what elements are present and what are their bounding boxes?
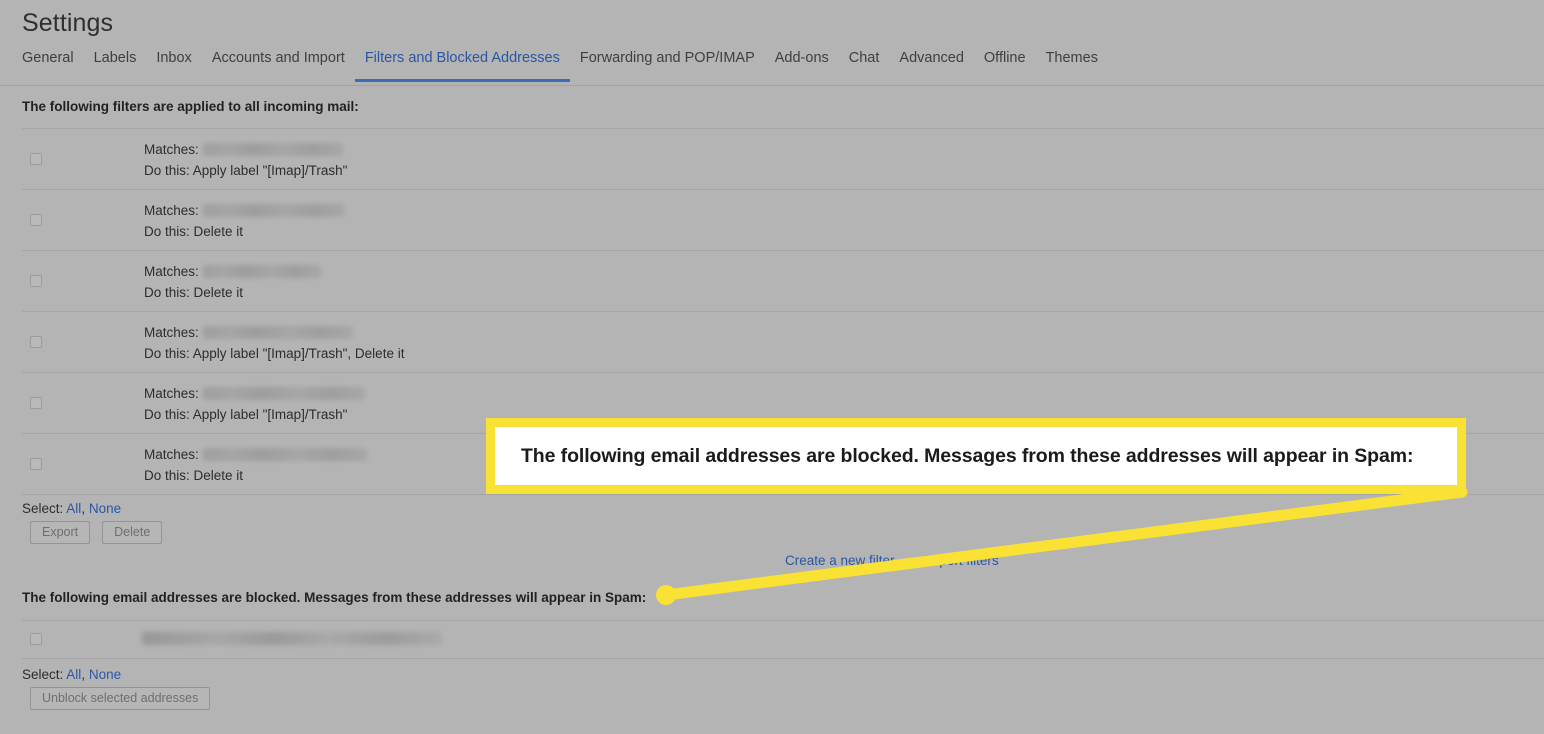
tab-labels[interactable]: Labels [84, 46, 147, 82]
tab-label: Add-ons [774, 50, 829, 66]
filter-row-text: Matches: Do this: Apply label "[Imap]/Tra… [144, 322, 404, 364]
filter-row-checkbox[interactable] [30, 214, 42, 226]
filter-row-checkbox[interactable] [30, 397, 42, 409]
delete-button[interactable]: Delete [102, 521, 163, 544]
blocked-row-checkbox[interactable] [30, 633, 42, 645]
unblock-selected-addresses-button[interactable]: Unblock selected addresses [30, 687, 211, 710]
filters-section-heading: The following filters are applied to all… [22, 99, 359, 114]
blocked-select-prefix: Select: [22, 667, 64, 682]
blocked-select-line: Select: All, None [22, 666, 121, 683]
tab-label: Themes [1045, 50, 1098, 66]
tab-label: Advanced [899, 50, 964, 66]
filter-row: Matches: Do this: Apply label "[Imap]/Tra… [22, 129, 1544, 189]
tab-offline[interactable]: Offline [974, 46, 1036, 82]
filter-row: Matches: Do this: Delete it [22, 251, 1544, 311]
tab-general[interactable]: General [22, 46, 84, 82]
redacted-email-address [202, 326, 353, 339]
filters-select-all-link[interactable]: All [66, 501, 81, 516]
tab-forwarding-and-pop-imap[interactable]: Forwarding and POP/IMAP [570, 46, 765, 82]
matches-label: Matches: [144, 325, 199, 340]
filters-button-row: Export Delete [30, 521, 163, 544]
filter-action-line: Do this: Apply label "[Imap]/Trash" [144, 407, 348, 422]
settings-tabbar: General Labels Inbox Accounts and Import Fil… [0, 46, 1544, 86]
redacted-email-address [202, 387, 365, 400]
filter-action-line: Do this: Apply label "[Imap]/Trash" [144, 163, 348, 178]
blocked-select-none-link[interactable]: None [89, 667, 121, 682]
tab-filters-and-blocked-addresses[interactable]: Filters and Blocked Addresses [354, 46, 570, 82]
redacted-email-address [202, 265, 321, 278]
tab-label: Accounts and Import [211, 50, 345, 66]
redacted-blocked-address [142, 632, 442, 645]
filters-select-none-link[interactable]: None [89, 501, 121, 516]
pointer-line [660, 486, 1468, 601]
blocked-section-heading: The following email addresses are blocke… [22, 590, 647, 605]
tab-label: Filters and Blocked Addresses [364, 50, 560, 66]
pointer-dot [656, 585, 676, 605]
tab-inbox[interactable]: Inbox [146, 46, 201, 82]
blocked-button-row: Unblock selected addresses [30, 687, 211, 710]
filter-row-text: Matches: Do this: Apply label "[Imap]/Tra… [144, 383, 365, 425]
filter-matches-line: Matches: [144, 444, 367, 465]
filter-row-checkbox[interactable] [30, 458, 42, 470]
tab-accounts-and-import[interactable]: Accounts and Import [202, 46, 355, 82]
tab-label: Forwarding and POP/IMAP [579, 50, 755, 66]
tab-add-ons[interactable]: Add-ons [765, 46, 839, 82]
matches-label: Matches: [144, 447, 199, 462]
callout-box: The following email addresses are blocke… [486, 418, 1466, 494]
blocked-select-all-link[interactable]: All [66, 667, 81, 682]
filter-matches-line: Matches: [144, 261, 321, 282]
tab-label: Labels [93, 50, 137, 66]
filter-matches-line: Matches: [144, 383, 365, 404]
blocked-divider [22, 658, 1544, 659]
tab-label: Chat [848, 50, 880, 66]
filter-action-line: Do this: Delete it [144, 468, 244, 483]
import-filters-link[interactable]: Import filters [924, 553, 998, 568]
filters-select-line: Select: All, None [22, 500, 121, 517]
page-title: Settings [22, 9, 114, 37]
tab-label: Inbox [156, 50, 192, 66]
filter-actions-links: Create a new filter Import filters [785, 552, 999, 569]
tab-themes[interactable]: Themes [1036, 46, 1108, 82]
matches-label: Matches: [144, 203, 199, 218]
redacted-email-address [202, 448, 367, 461]
redacted-email-address [202, 204, 345, 217]
filter-row-text: Matches: Do this: Apply label "[Imap]/Tra… [144, 139, 347, 181]
callout-text: The following email addresses are blocke… [521, 444, 1414, 467]
filter-matches-line: Matches: [144, 139, 347, 160]
create-new-filter-link[interactable]: Create a new filter [785, 553, 895, 568]
filter-matches-line: Matches: [144, 200, 345, 221]
filters-select-separator: , [81, 501, 86, 516]
filter-row-checkbox[interactable] [30, 336, 42, 348]
filter-action-line: Do this: Delete it [144, 285, 244, 300]
export-button[interactable]: Export [30, 521, 91, 544]
tab-label: General [22, 50, 74, 66]
filter-row-text: Matches: Do this: Delete it [144, 261, 321, 303]
settings-page: Settings General Labels Inbox Accounts and … [0, 0, 1544, 734]
blocked-address-row [22, 621, 1544, 657]
filter-action-line: Do this: Delete it [144, 224, 244, 239]
filter-row-text: Matches: Do this: Delete it [144, 444, 367, 486]
filters-select-prefix: Select: [22, 501, 64, 516]
filter-row-text: Matches: Do this: Delete it [144, 200, 345, 242]
matches-label: Matches: [144, 386, 199, 401]
filter-row-checkbox[interactable] [30, 275, 42, 287]
filter-row: Matches: Do this: Apply label "[Imap]/Tra… [22, 312, 1544, 372]
filter-row-checkbox[interactable] [30, 153, 42, 165]
redacted-email-address [202, 143, 343, 156]
tab-label: Offline [983, 50, 1026, 66]
filter-row: Matches: Do this: Delete it [22, 190, 1544, 250]
matches-label: Matches: [144, 264, 199, 279]
matches-label: Matches: [144, 142, 199, 157]
filters-divider [22, 494, 1544, 495]
tab-advanced[interactable]: Advanced [889, 46, 974, 82]
blocked-select-separator: , [81, 667, 86, 682]
filter-action-line: Do this: Apply label "[Imap]/Trash", Del… [144, 346, 405, 361]
filter-matches-line: Matches: [144, 322, 404, 343]
tab-chat[interactable]: Chat [839, 46, 890, 82]
